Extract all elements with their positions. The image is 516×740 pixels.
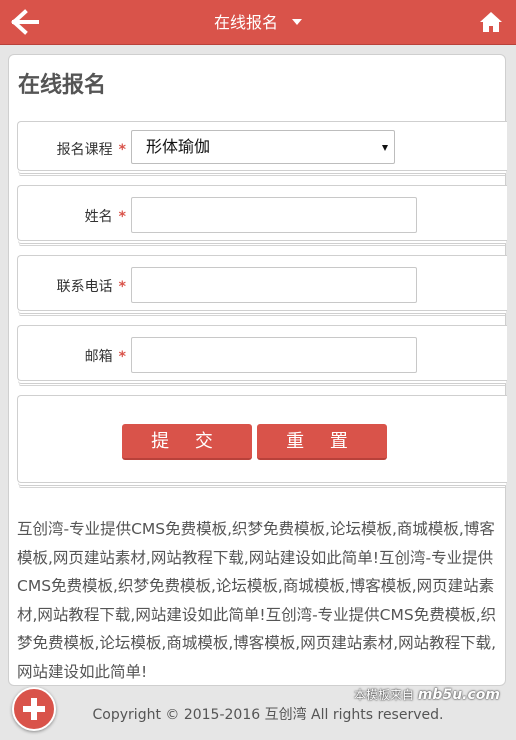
header-title: 在线报名 [213,13,278,32]
phone-label: 联系电话 * [56,279,126,295]
required-mark: * [118,349,126,365]
name-label: 姓名 * [84,209,126,225]
form-title: 在线报名 [18,73,107,98]
required-mark: * [118,209,126,225]
add-button[interactable] [12,687,56,731]
footer-copyright: Copyright © 2015-2016 互创湾 All rights res… [92,707,444,723]
form-row-course: 报名课程 * 形体瑜伽 [17,121,507,171]
course-label: 报名课程 * [56,142,126,158]
page-title-dropdown[interactable]: 在线报名 [0,0,516,45]
select-arrow-icon [382,145,388,151]
form-row-name: 姓名 * [17,185,507,241]
course-select-value: 形体瑜伽 [146,137,211,156]
form-row-email: 邮箱 * [17,325,507,381]
site-description: 互创湾-专业提供CMS免费模板,织梦免费模板,论坛模板,商城模板,博客模板,网页… [17,520,497,681]
reset-button[interactable]: 重 置 [257,424,387,460]
form-row-actions: 提 交 重 置 [17,395,507,483]
required-mark: * [118,142,126,158]
phone-input[interactable] [131,267,417,303]
submit-button[interactable]: 提 交 [122,424,252,460]
name-input[interactable] [131,197,417,233]
home-icon [480,12,502,32]
required-mark: * [118,279,126,295]
plus-icon [23,698,45,720]
email-label: 邮箱 * [84,349,126,365]
form-card: 在线报名 报名课程 * 形体瑜伽 姓名 * 联系电话 * 邮箱 * 提 交 重 置 [8,54,507,686]
top-navbar: 在线报名 [0,0,516,45]
form-row-phone: 联系电话 * [17,255,507,311]
caret-down-icon [292,18,302,25]
course-select[interactable]: 形体瑜伽 [131,130,395,164]
home-button[interactable] [478,9,504,35]
email-input[interactable] [131,337,417,373]
